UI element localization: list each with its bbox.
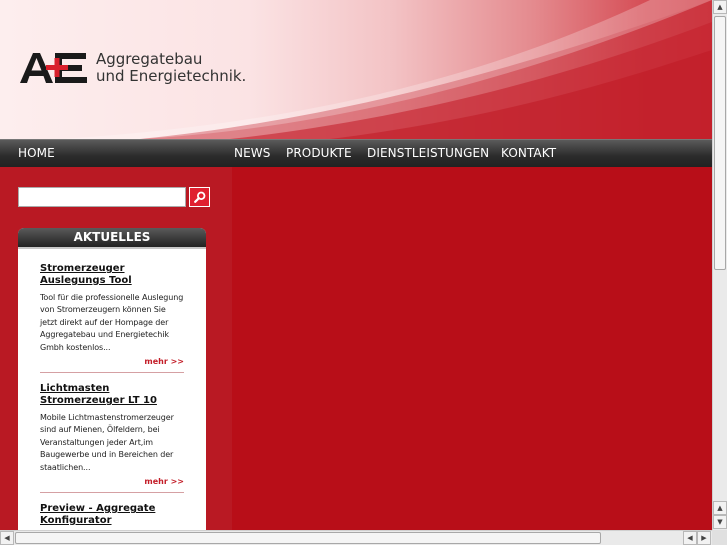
news-item: Lichtmasten Stromerzeuger LT 10 Mobile L… [40, 383, 184, 494]
scroll-down-button[interactable]: ▼ [713, 515, 727, 529]
news-text: Mobile Lichtmastenstromerzeuger sind auf… [40, 413, 174, 472]
more-link[interactable]: mehr >> [40, 477, 184, 486]
arrow-left-icon: ◀ [4, 534, 10, 542]
arrow-right-icon: ▶ [701, 534, 707, 542]
nav-kontakt[interactable]: KONTAKT [501, 146, 556, 160]
more-link[interactable]: mehr >> [40, 357, 184, 366]
news-text: Tool für die professionelle Auslegung vo… [40, 293, 184, 352]
search-icon [193, 191, 205, 203]
news-item: Preview - Aggregate Konfigurator [40, 503, 184, 530]
scroll-right-button[interactable]: ▶ [697, 531, 711, 545]
scroll-up-button-secondary[interactable]: ▲ [713, 501, 727, 515]
site-header: Aggregatebau und Energietechnik. [0, 0, 712, 139]
scroll-left-button-secondary[interactable]: ◀ [683, 531, 697, 545]
nav-produkte[interactable]: PRODUKTE [286, 146, 352, 160]
news-title[interactable]: Lichtmasten Stromerzeuger LT 10 [40, 383, 184, 407]
nav-news[interactable]: NEWS [234, 146, 270, 160]
scrollbar-corner [712, 530, 727, 545]
main-nav: HOME NEWS PRODUKTE DIENSTLEISTUNGEN KONT… [0, 139, 712, 167]
vertical-scroll-thumb[interactable] [714, 16, 726, 270]
vertical-scrollbar[interactable]: ▲ ▲ ▼ [712, 0, 727, 530]
nav-dienstleistungen[interactable]: DIENSTLEISTUNGEN [367, 146, 489, 160]
browser-viewport: Aggregatebau und Energietechnik. HOME NE… [0, 0, 712, 530]
company-logo[interactable] [20, 52, 88, 84]
arrow-left-icon: ◀ [687, 534, 693, 542]
scroll-up-button[interactable]: ▲ [713, 0, 727, 14]
nav-home[interactable]: HOME [18, 146, 55, 160]
company-name: Aggregatebau und Energietechnik. [96, 51, 246, 85]
horizontal-scrollbar[interactable]: ◀ ◀ ▶ [0, 530, 712, 545]
horizontal-scroll-thumb[interactable] [15, 532, 601, 544]
scroll-left-button[interactable]: ◀ [0, 531, 14, 545]
arrow-up-icon: ▲ [717, 504, 723, 512]
arrow-up-icon: ▲ [717, 3, 723, 11]
news-title[interactable]: Preview - Aggregate Konfigurator [40, 503, 184, 527]
search-input[interactable] [18, 187, 186, 207]
aktuelles-box: AKTUELLES Stromerzeuger Auslegungs Tool … [18, 228, 206, 530]
news-item: Stromerzeuger Auslegungs Tool Tool für d… [40, 263, 184, 374]
aktuelles-heading: AKTUELLES [18, 228, 206, 249]
arrow-down-icon: ▼ [717, 518, 723, 526]
search-button[interactable] [189, 187, 210, 207]
company-name-line2: und Energietechnik. [96, 67, 247, 85]
company-name-line1: Aggregatebau [96, 50, 203, 68]
news-title[interactable]: Stromerzeuger Auslegungs Tool [40, 263, 184, 287]
aktuelles-list: Stromerzeuger Auslegungs Tool Tool für d… [18, 249, 206, 530]
